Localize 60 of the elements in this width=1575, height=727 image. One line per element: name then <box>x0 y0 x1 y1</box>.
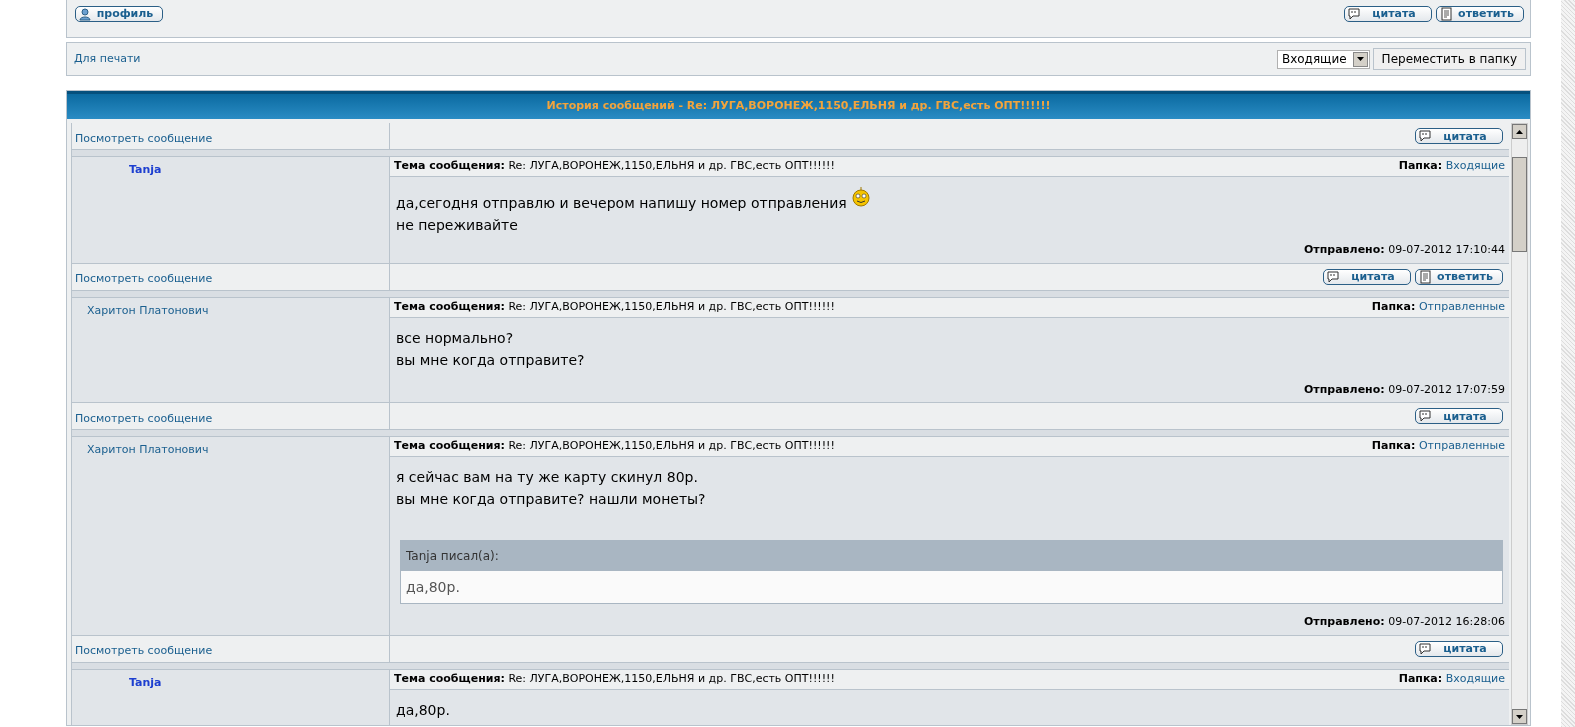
smiley-icon <box>850 186 871 208</box>
folder-info: Папка: Входящие <box>1398 158 1505 175</box>
folder-info: Папка: Отправленные <box>1371 298 1505 315</box>
sent-date: Отправлено: 09-07-2012 17:07:59 <box>1304 382 1505 396</box>
scrollbar-thumb[interactable] <box>1512 157 1527 252</box>
move-to-folder-button[interactable]: Переместить в папку <box>1372 48 1526 70</box>
sent-date: Отправлено: 09-07-2012 17:10:44 <box>1304 243 1505 256</box>
speech-bubble-icon <box>1347 6 1361 21</box>
scrollbar[interactable] <box>1511 123 1528 725</box>
quote-button[interactable]: цитата <box>1344 5 1432 22</box>
message-text: да,80р. <box>396 700 450 720</box>
scroll-up-button[interactable] <box>1512 124 1527 139</box>
sent-date: Отправлено: 09-07-2012 16:28:06 <box>1304 615 1505 628</box>
folder-link[interactable]: Отправленные <box>1418 299 1505 313</box>
folder-info: Папка: Отправленные <box>1371 438 1505 455</box>
speech-bubble-icon <box>1418 129 1432 143</box>
author-name[interactable]: Харитон Платонович <box>72 442 389 459</box>
person-icon <box>78 6 92 21</box>
message-subject: Тема сообщения: Re: ЛУГА,ВОРОНЕЖ,1150,ЕЛЬНЯ и др. ГВС,есть ОПТ!!!!!! <box>394 298 835 315</box>
author-name[interactable]: Харитон Платонович <box>72 302 389 319</box>
folder-info: Папка: Входящие <box>1398 670 1505 687</box>
view-message-link[interactable]: Посмотреть сообщение <box>75 271 213 288</box>
reply-button[interactable]: ответить <box>1436 5 1524 22</box>
message-subject: Тема сообщения: Re: ЛУГА,ВОРОНЕЖ,1150,ЕЛЬНЯ и др. ГВС,есть ОПТ!!!!!! <box>394 438 835 455</box>
message-text: не переживайте <box>396 216 518 235</box>
message-text: все нормально? <box>396 328 514 348</box>
message-text: да,сегодня отправлю и вечером напишу номер отправления <box>396 194 847 213</box>
speech-bubble-icon <box>1326 269 1340 284</box>
speech-bubble-icon <box>1418 641 1432 656</box>
speech-bubble-icon <box>1418 409 1432 423</box>
message-text: вы мне когда отправите? <box>396 350 585 370</box>
message-text: вы мне когда отправите? нашли монеты? <box>396 490 706 509</box>
folder-link[interactable]: Отправленные <box>1418 439 1505 453</box>
up-arrow-icon <box>1516 129 1523 134</box>
reply-button[interactable]: ответить <box>1415 268 1503 285</box>
message-subject: Тема сообщения: Re: ЛУГА,ВОРОНЕЖ,1150,ЕЛЬНЯ и др. ГВС,есть ОПТ!!!!!! <box>394 670 835 687</box>
panel-title: История сообщений - Re: ЛУГА,ВОРОНЕЖ,1150,ЕЛЬНЯ и др. ГВС,есть ОПТ!!!!!! <box>67 91 1530 119</box>
folder-link[interactable]: Входящие <box>1445 671 1505 685</box>
message-text: я сейчас вам на ту же карту скинул 80р. <box>396 468 698 487</box>
folder-link[interactable]: Входящие <box>1445 159 1505 173</box>
author-name[interactable]: Tanja <box>72 674 389 691</box>
quote-text: да,80р. <box>401 571 1502 603</box>
author-name[interactable]: Tanja <box>72 162 389 179</box>
message-subject: Тема сообщения: Re: ЛУГА,ВОРОНЕЖ,1150,ЕЛЬНЯ и др. ГВС,есть ОПТ!!!!!! <box>394 158 835 175</box>
quote-button[interactable]: цитата <box>1415 640 1503 657</box>
dropdown-arrow-icon <box>1356 57 1364 61</box>
view-message-link[interactable]: Посмотреть сообщение <box>75 410 213 428</box>
scroll-down-button[interactable] <box>1512 709 1527 724</box>
profile-button[interactable]: профиль <box>75 5 163 22</box>
view-message-link[interactable]: Посмотреть сообщение <box>75 130 213 148</box>
document-icon <box>1439 6 1453 21</box>
quote-button[interactable]: цитата <box>1323 268 1411 285</box>
print-link[interactable]: Для печати <box>74 50 141 68</box>
quote-button[interactable]: цитата <box>1415 408 1503 424</box>
down-arrow-icon <box>1516 714 1523 719</box>
quote-author: Tanja писал(a): <box>401 541 1502 571</box>
document-icon <box>1418 269 1432 284</box>
view-message-link[interactable]: Посмотреть сообщение <box>75 643 213 660</box>
quote-button[interactable]: цитата <box>1415 128 1503 144</box>
folder-select[interactable]: Входящие <box>1276 49 1370 69</box>
